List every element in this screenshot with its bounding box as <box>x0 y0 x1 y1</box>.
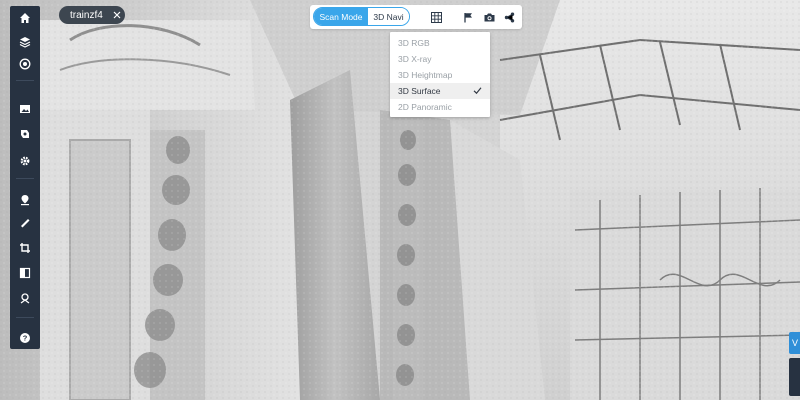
view-option-label: 3D Surface <box>398 86 441 96</box>
svg-text:?: ? <box>23 334 28 343</box>
view-option-3d-heightmap[interactable]: 3D Heightmap <box>390 67 490 83</box>
top-toolbar: Scan Mode 3D Navi <box>310 5 522 29</box>
share-icon[interactable] <box>502 10 516 24</box>
toolbar-divider <box>16 80 34 81</box>
grid-icon[interactable] <box>429 10 443 24</box>
image-icon[interactable] <box>10 98 40 120</box>
view-option-3d-rgb[interactable]: 3D RGB <box>390 35 490 51</box>
ruler-icon[interactable] <box>10 212 40 234</box>
toolbar-divider <box>16 178 34 179</box>
side-panel-button[interactable]: V <box>789 332 800 354</box>
gear-icon[interactable] <box>10 150 40 172</box>
checkmark-icon <box>473 87 482 95</box>
home-icon[interactable] <box>10 7 40 29</box>
left-toolbar: ? <box>10 6 40 349</box>
layers-icon[interactable] <box>10 31 40 53</box>
location-icon[interactable] <box>10 189 40 211</box>
dataset-chip: trainzf4 <box>59 6 125 24</box>
3d-navi-button[interactable]: 3D Navi <box>368 8 409 25</box>
side-panel-tab[interactable] <box>789 358 800 396</box>
help-icon[interactable]: ? <box>10 327 40 349</box>
mode-toggle: Scan Mode 3D Navi <box>313 7 410 26</box>
gallery-icon[interactable] <box>10 123 40 145</box>
split-view-icon[interactable] <box>10 262 40 284</box>
view-option-3d-xray[interactable]: 3D X-ray <box>390 51 490 67</box>
toolbar-divider <box>16 317 34 318</box>
target-icon[interactable] <box>10 53 40 75</box>
crop-icon[interactable] <box>10 237 40 259</box>
flag-icon[interactable] <box>461 10 475 24</box>
close-icon[interactable] <box>109 6 125 24</box>
view-option-2d-panoramic[interactable]: 2D Panoramic <box>390 99 490 115</box>
scan-mode-button[interactable]: Scan Mode <box>314 8 368 25</box>
camera-icon[interactable] <box>482 10 496 24</box>
view-option-3d-surface[interactable]: 3D Surface <box>390 83 490 99</box>
dataset-name: trainzf4 <box>70 9 103 21</box>
scan-marker-icon[interactable] <box>10 287 40 309</box>
view-mode-dropdown: 3D RGB 3D X-ray 3D Heightmap 3D Surface … <box>390 32 490 117</box>
